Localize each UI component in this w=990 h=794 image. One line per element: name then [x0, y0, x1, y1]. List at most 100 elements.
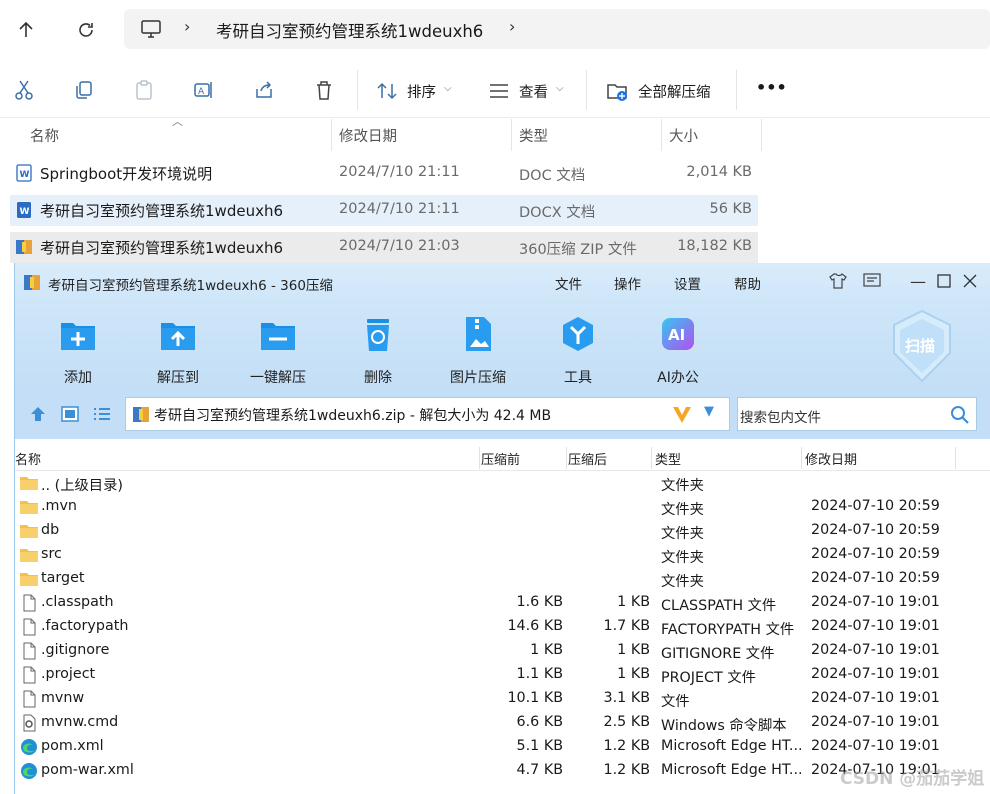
- file-type: 360压缩 ZIP 文件: [519, 242, 637, 258]
- zip-table-row[interactable]: pom.xml 5.1 KB 1.2 KB Microsoft Edge HT... 2…: [15, 735, 990, 759]
- extract-to-button[interactable]: 解压到: [133, 309, 223, 387]
- zip-table-row[interactable]: .gitignore 1 KB 1 KB GITIGNORE 文件 2024-07-10…: [15, 639, 990, 663]
- zip-column-type[interactable]: 类型: [655, 449, 681, 468]
- rename-button[interactable]: A: [190, 76, 218, 104]
- zip-column-name[interactable]: 名称: [15, 449, 41, 468]
- menu-settings[interactable]: 设置: [674, 273, 701, 293]
- zip-file-date: 2024-07-10 20:59: [811, 546, 940, 562]
- zip-table-row[interactable]: mvnw.cmd 6.6 KB 2.5 KB Windows 命令脚本 2024-07-…: [15, 711, 990, 735]
- zip-table-row[interactable]: .mvn 文件夹 2024-07-10 20:59: [15, 495, 990, 519]
- paste-button[interactable]: [130, 76, 158, 104]
- file-type: DOC 文档: [519, 168, 586, 184]
- archive-path-text: 考研自习室预约管理系统1wdeuxh6.zip - 解包大小为 42.4 MB: [154, 408, 552, 424]
- zip-size-after: 1 KB: [617, 642, 650, 658]
- menu-help[interactable]: 帮助: [734, 273, 761, 293]
- zip-size-before: 14.6 KB: [507, 618, 563, 634]
- refresh-button[interactable]: [66, 10, 106, 50]
- thumbnail-view-icon: [61, 406, 79, 422]
- file-icon: [23, 690, 36, 708]
- maximize-icon: [937, 274, 951, 288]
- zip-file-date: 2024-07-10 19:01: [811, 738, 940, 754]
- file-row[interactable]: W 考研自习室预约管理系统1wdeuxh6 2024/7/10 21:11 DO…: [10, 195, 758, 226]
- zip-table-row[interactable]: .. (上级目录) 文件夹: [15, 471, 990, 495]
- share-button[interactable]: [250, 76, 278, 104]
- zip-column-date[interactable]: 修改日期: [805, 449, 857, 468]
- address-bar[interactable]: › 考研自习室预约管理系统1wdeuxh6 ›: [124, 9, 990, 49]
- zip-file-type: 文件夹: [661, 502, 704, 518]
- image-compress-icon: [466, 317, 491, 351]
- minimize-button[interactable]: —: [907, 270, 929, 292]
- folder-icon: [20, 525, 38, 538]
- zip-file-name: mvnw.cmd: [41, 714, 119, 730]
- file-icon: [23, 594, 36, 612]
- column-date[interactable]: 修改日期: [339, 125, 397, 146]
- close-button[interactable]: [959, 270, 981, 292]
- search-icon[interactable]: [950, 405, 970, 425]
- thumbnail-view-button[interactable]: [61, 405, 79, 427]
- zip-file-name: src: [41, 546, 62, 562]
- image-compress-button[interactable]: 图片压缩: [433, 309, 523, 387]
- more-options-button[interactable]: •••: [756, 78, 787, 97]
- svg-text:A: A: [198, 87, 205, 97]
- breadcrumb-title[interactable]: 考研自习室预约管理系统1wdeuxh6: [216, 18, 483, 42]
- breadcrumb-chevron-icon[interactable]: ›: [509, 17, 515, 36]
- command-bar: A 排序 ⌵ 查看 ⌵ 全部解压缩 •••: [0, 64, 990, 118]
- file-row[interactable]: W Springboot开发环境说明 2024/7/10 21:11 DOC 文…: [10, 158, 758, 189]
- image-compress-label: 图片压缩: [450, 370, 506, 386]
- tools-button[interactable]: 工具: [533, 309, 623, 387]
- zip-table-row[interactable]: db 文件夹 2024-07-10 20:59: [15, 519, 990, 543]
- file-row[interactable]: 考研自习室预约管理系统1wdeuxh6 2024/7/10 21:03 360压…: [10, 232, 758, 263]
- up-button[interactable]: [6, 10, 46, 50]
- zip-file-name: pom-war.xml: [41, 762, 134, 778]
- zip-size-after: 1.7 KB: [603, 618, 650, 634]
- extract-folder-icon: [607, 84, 627, 101]
- extract-to-icon: [161, 323, 195, 350]
- zip-table-row[interactable]: mvnw 10.1 KB 3.1 KB 文件 2024-07-10 19:01: [15, 687, 990, 711]
- file-icon: [23, 618, 36, 636]
- zip-file-type: 文件夹: [661, 478, 704, 494]
- scan-button[interactable]: 扫描: [889, 309, 955, 383]
- cut-button[interactable]: [10, 76, 38, 104]
- zip-column-after[interactable]: 压缩后: [568, 449, 607, 468]
- zip-table-row[interactable]: .classpath 1.6 KB 1 KB CLASSPATH 文件 2024-07-…: [15, 591, 990, 615]
- zip-file-date: 2024-07-10 19:01: [811, 690, 940, 706]
- zip-column-before[interactable]: 压缩前: [481, 449, 520, 468]
- sort-icon: [377, 82, 397, 100]
- word-doc-icon: W: [16, 164, 32, 182]
- one-click-extract-button[interactable]: 一键解压: [233, 309, 323, 387]
- column-size[interactable]: 大小: [669, 125, 698, 146]
- file-name: 考研自习室预约管理系统1wdeuxh6: [40, 239, 283, 257]
- ai-office-button[interactable]: AI AI办公: [633, 309, 723, 387]
- column-type[interactable]: 类型: [519, 125, 548, 146]
- file-size: 56 KB: [709, 201, 752, 217]
- list-view-button[interactable]: [93, 405, 111, 427]
- zip-table-row[interactable]: .project 1.1 KB 1 KB PROJECT 文件 2024-07-10 1…: [15, 663, 990, 687]
- feedback-button[interactable]: [861, 270, 883, 292]
- zip-table-row[interactable]: target 文件夹 2024-07-10 20:59: [15, 567, 990, 591]
- copy-button[interactable]: [70, 76, 98, 104]
- skin-button[interactable]: [827, 270, 849, 292]
- cmd-script-icon: [23, 714, 36, 732]
- zip-size-after: 1 KB: [617, 594, 650, 610]
- delete-archive-button[interactable]: 删除: [333, 309, 423, 387]
- zip-file-type: GITIGNORE 文件: [661, 646, 775, 662]
- zip-file-date: 2024-07-10 19:01: [811, 594, 940, 610]
- menu-operation[interactable]: 操作: [614, 273, 641, 293]
- zip-window-title: 考研自习室预约管理系统1wdeuxh6 - 360压缩: [48, 278, 333, 294]
- trash-icon: [317, 81, 331, 100]
- parent-folder-button[interactable]: [29, 405, 47, 427]
- archive-path-field[interactable]: 考研自习室预约管理系统1wdeuxh6.zip - 解包大小为 42.4 MB …: [125, 397, 730, 431]
- menu-file[interactable]: 文件: [555, 273, 582, 293]
- maximize-button[interactable]: [933, 270, 955, 292]
- zip-file-date: 2024-07-10 19:01: [811, 618, 940, 634]
- zip-table-row[interactable]: .factorypath 14.6 KB 1.7 KB FACTORYPATH 文件 2…: [15, 615, 990, 639]
- column-name[interactable]: 名称: [30, 125, 59, 146]
- delete-button[interactable]: [310, 76, 338, 104]
- v-brand-icon[interactable]: [671, 404, 693, 426]
- search-input[interactable]: 搜索包内文件: [737, 397, 977, 431]
- zip-table-row[interactable]: src 文件夹 2024-07-10 20:59: [15, 543, 990, 567]
- zip-size-before: 6.6 KB: [516, 714, 563, 730]
- add-button[interactable]: 添加: [33, 309, 123, 387]
- path-dropdown-icon[interactable]: ▼: [704, 404, 714, 419]
- zip-size-after: 2.5 KB: [603, 714, 650, 730]
